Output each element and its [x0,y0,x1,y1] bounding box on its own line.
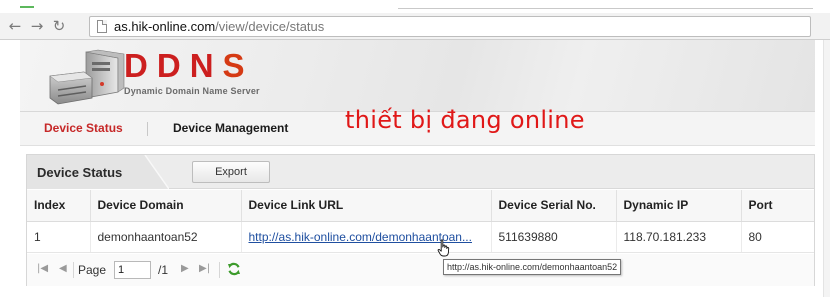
cell-port: 80 [741,221,814,253]
page-icon [97,20,107,33]
page-number-input[interactable] [114,261,151,279]
logo-letter: S [222,47,254,84]
url-path: /view/device/status [215,19,325,34]
reload-icon[interactable]: ↻ [50,17,68,35]
panel-title: Device Status [37,165,123,180]
arrow-left-icon[interactable]: ← [6,17,24,35]
column-header[interactable]: Device Domain [90,190,242,222]
cell-serial: 511639880 [491,221,617,253]
column-header[interactable]: Device Serial No. [491,190,617,222]
address-url[interactable]: as.hik-online.com/view/device/status [114,19,324,35]
next-page-icon[interactable]: ▶ [181,262,189,276]
column-header[interactable]: Index [27,190,91,222]
logo-letter: D [124,47,157,84]
cell-index: 1 [27,221,91,253]
page-label: Page [78,263,107,277]
browser-tabstrip [0,0,830,13]
tab-indicator [20,6,34,8]
cell-link: http://as.hik-online.com/demonhaantoan..… [241,221,492,253]
link-tooltip: http://as.hik-online.com/demonhaantoan52 [443,259,622,275]
panel-header: Device Status Export [27,155,814,189]
hand-cursor-icon [437,239,450,257]
column-header[interactable]: Dynamic IP [616,190,742,222]
column-header[interactable]: Device Link URL [241,190,492,222]
url-host: as.hik-online.com [114,19,216,34]
device-table: Index Device Domain Device Link URL Devi… [27,190,814,253]
pager-divider [219,262,220,278]
cell-ip: 118.70.181.233 [616,221,742,253]
logo-letter: D [156,47,190,84]
column-header[interactable]: Port [741,190,814,222]
server-icon [49,49,125,105]
pager-divider [73,262,74,278]
tab-device-status[interactable]: Device Status [44,121,123,135]
device-status-panel: Device Status Export Index Device Domain… [26,154,815,286]
cell-domain: demonhaantoan52 [90,221,242,253]
pagination-bar: |◀ ◀ Page /1 ▶ ▶| [27,254,814,286]
tabstrip-divider [398,8,813,9]
nav-divider [147,122,148,136]
page-total: /1 [158,263,169,277]
export-button[interactable]: Export [192,161,270,183]
ddns-logo: DDNS [124,48,254,84]
prev-page-icon[interactable]: ◀ [59,262,67,276]
logo-letter: N [189,47,223,84]
browser-toolbar: ← → ↻ as.hik-online.com/view/device/stat… [0,13,830,40]
page-scrollbar[interactable] [823,40,830,297]
arrow-right-icon[interactable]: → [28,17,46,35]
last-page-icon[interactable]: ▶| [199,262,210,276]
table-header-row: Index Device Domain Device Link URL Devi… [27,190,814,222]
logo-tagline: Dynamic Domain Name Server [124,86,260,96]
first-page-icon[interactable]: |◀ [37,262,48,276]
tab-device-management[interactable]: Device Management [173,121,288,135]
address-bar[interactable]: as.hik-online.com/view/device/status [89,16,811,37]
ddns-header: DDNS Dynamic Domain Name Server [20,40,815,112]
refresh-icon[interactable] [227,262,241,276]
table-row[interactable]: 1 demonhaantoan52 http://as.hik-online.c… [27,221,814,253]
overlay-annotation: thiết bị đang online [345,106,585,134]
